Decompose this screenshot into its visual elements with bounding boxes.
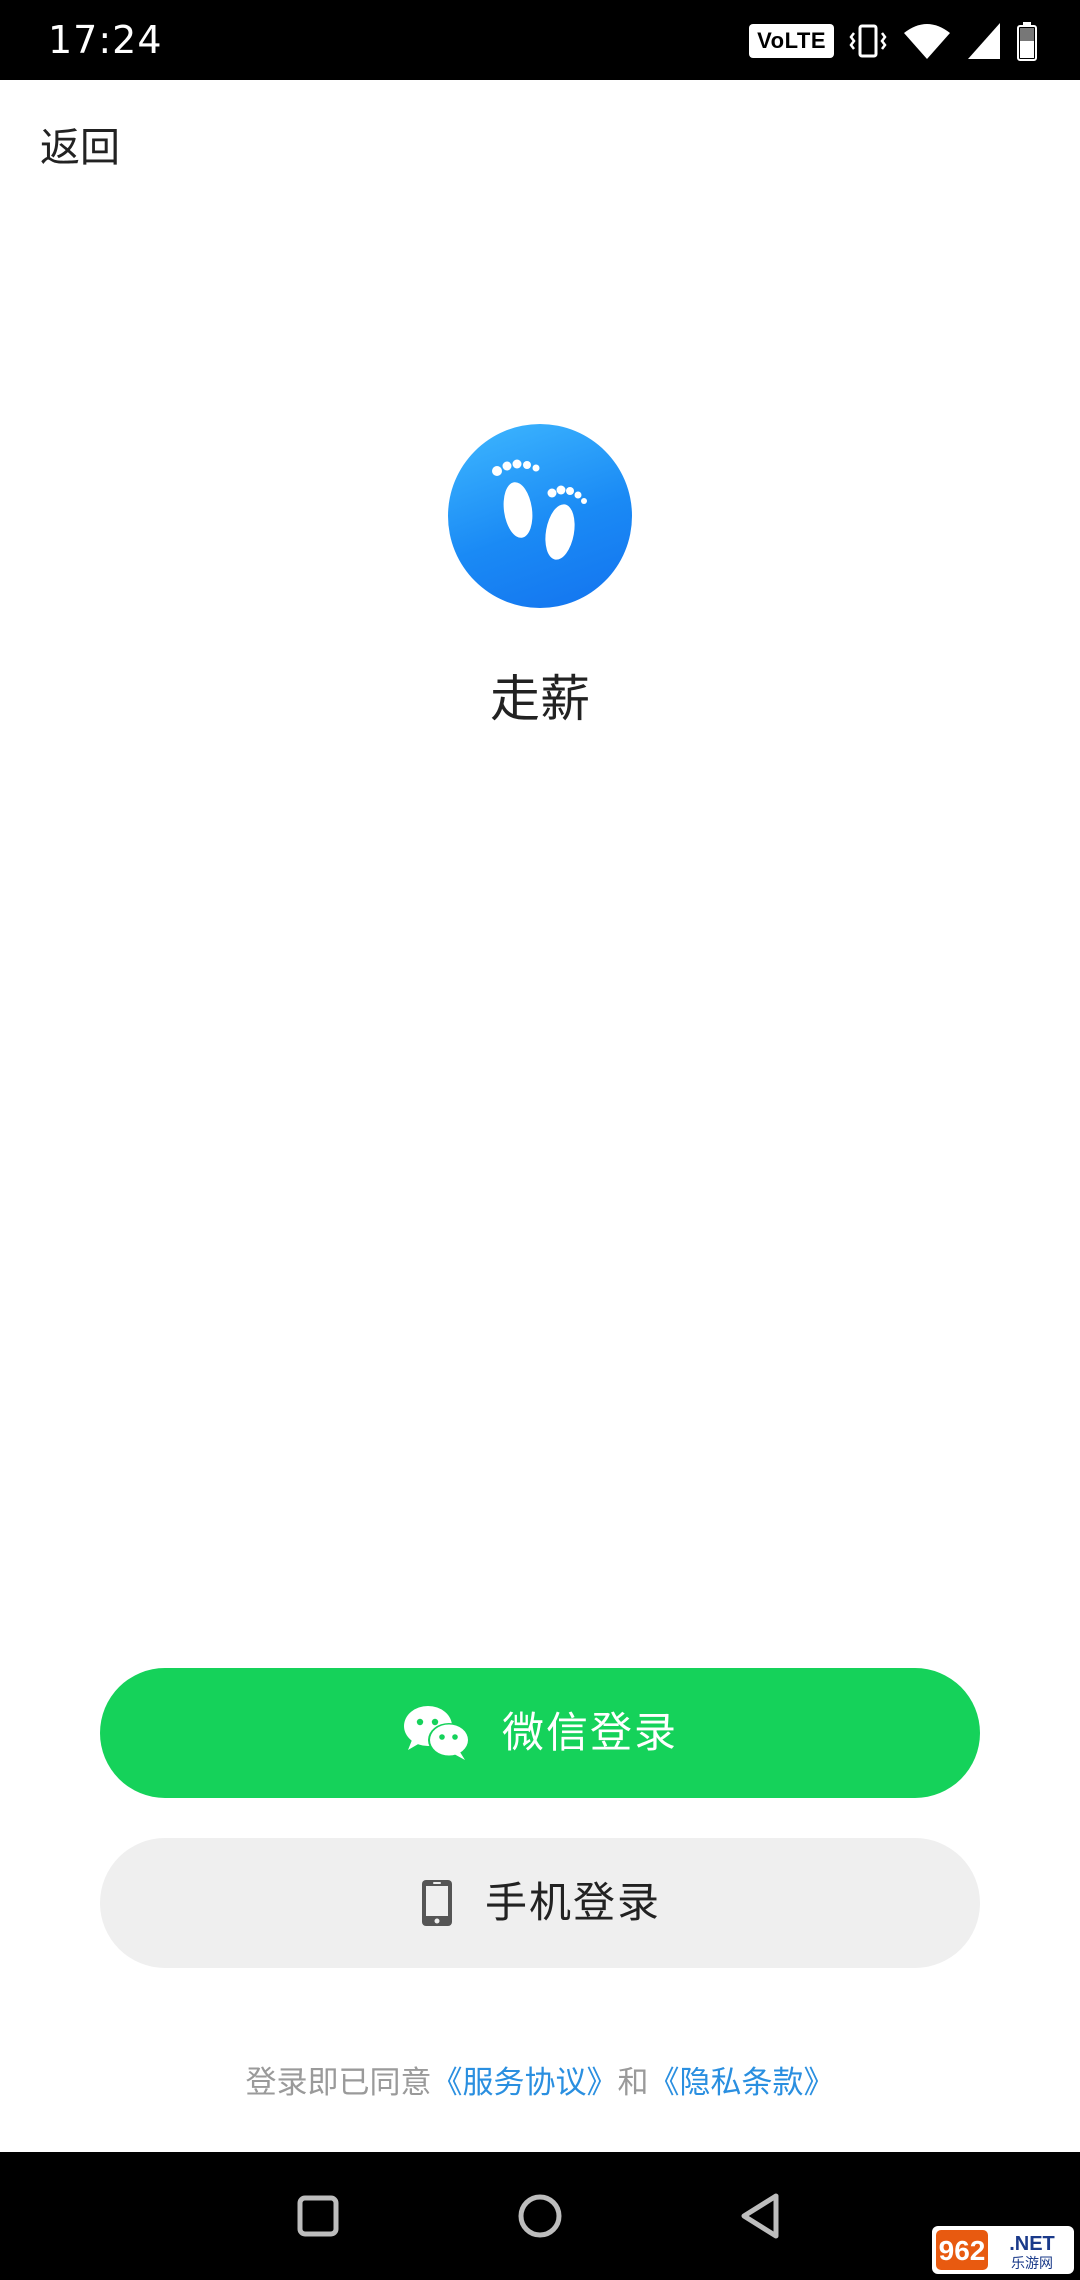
agreement-prefix: 登录即已同意	[245, 2065, 432, 2101]
watermark-logo: 962 .NET 乐游网	[932, 2226, 1074, 2274]
battery-icon	[1017, 22, 1037, 61]
wechat-icon	[403, 1706, 470, 1760]
recent-apps-icon[interactable]	[286, 2184, 350, 2248]
wechat-login-button[interactable]: 微信登录	[100, 1668, 980, 1798]
svg-text:乐游网: 乐游网	[1011, 2256, 1053, 2272]
status-time: 17:24	[48, 18, 163, 62]
navigation-bar: 962 .NET 乐游网	[0, 2152, 1080, 2280]
wechat-login-label: 微信登录	[501, 1708, 678, 1757]
back-icon[interactable]	[730, 2184, 794, 2248]
phone-login-button[interactable]: 手机登录	[100, 1838, 980, 1968]
app-name: 走薪	[490, 670, 590, 728]
back-button[interactable]: 返回	[40, 120, 120, 176]
service-agreement-link[interactable]: 《服务协议》	[432, 2065, 618, 2101]
agreement-text: 登录即已同意《服务协议》和《隐私条款》	[0, 2056, 1080, 2110]
phone-login-label: 手机登录	[484, 1878, 661, 1927]
volte-icon: VoLTE	[749, 24, 834, 58]
agreement-conjunction: 和	[617, 2065, 649, 2101]
svg-text:962: 962	[939, 2235, 986, 2266]
home-icon[interactable]	[508, 2184, 572, 2248]
phone-icon	[421, 1880, 452, 1926]
app-logo	[448, 424, 632, 608]
svg-text:.NET: .NET	[1009, 2233, 1055, 2255]
status-icons: VoLTE	[749, 18, 1038, 64]
footprints-icon	[492, 459, 587, 560]
vibrate-icon	[849, 24, 887, 58]
signal-icon	[968, 23, 1000, 59]
wifi-icon	[904, 24, 950, 59]
privacy-policy-link[interactable]: 《隐私条款》	[649, 2065, 835, 2101]
status-bar: 17:24 VoLTE	[0, 0, 1080, 80]
